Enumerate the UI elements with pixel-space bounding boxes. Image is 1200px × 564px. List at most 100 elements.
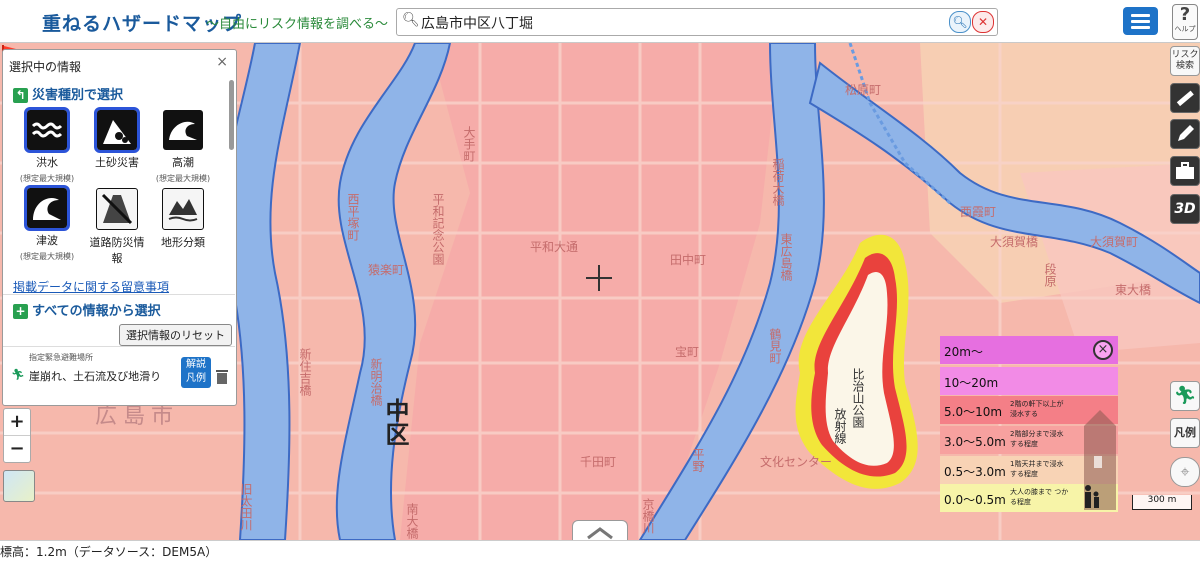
trash-icon[interactable]: [215, 368, 229, 384]
app-header: 重ねるハザードマップ 〜自由にリスク情報を調べる〜 🔍︎ 広島市中区八丁堀 🔍︎…: [0, 0, 1200, 43]
elevation-readout: 標高：1.2m（データソース：DEM5A）: [0, 545, 218, 559]
current-location-button[interactable]: ⌖: [1170, 457, 1200, 487]
map-center-crosshair: [586, 265, 612, 291]
hazard-road[interactable]: 道路防災情報: [87, 188, 147, 266]
place-label: 平野: [691, 448, 705, 472]
flood-icon: [24, 107, 70, 153]
house-depth-illustration: [1084, 410, 1116, 510]
chevron-up-icon: [587, 527, 613, 540]
hazard-flood[interactable]: 洪水 (想定最大規模): [17, 107, 77, 184]
evacuation-layer-button[interactable]: 🏃︎: [1170, 381, 1200, 411]
place-label: 大手町: [462, 126, 476, 162]
toolbox-icon: [1176, 162, 1194, 179]
legend-row: 20m〜 ×: [940, 336, 1118, 364]
plus-icon: +: [13, 304, 28, 319]
place-label: 西平塚町: [346, 193, 360, 241]
legend-toggle-button[interactable]: 凡例: [1170, 418, 1200, 448]
risk-search-label: リスク検索: [1171, 50, 1199, 71]
legend-button-label: 解説 凡例: [186, 359, 206, 384]
tsunami-icon: [24, 185, 70, 231]
place-label: 平和大通: [530, 240, 579, 254]
place-label: 旧太田川: [239, 483, 253, 531]
legend-value: 20m〜: [944, 345, 983, 359]
search-value[interactable]: 広島市中区八丁堀: [421, 13, 533, 33]
evacuation-runner-icon: 🏃︎: [11, 368, 25, 381]
place-label: 放射線: [833, 408, 847, 444]
hazard-note: (想定最大規模): [155, 174, 211, 183]
divider: [3, 346, 235, 347]
place-label: 稲荷大橋: [771, 158, 785, 206]
legend-desc: 1階天井まで浸水する程度: [1010, 460, 1064, 478]
zoom-out-button[interactable]: −: [4, 436, 30, 462]
place-label: 京橋川: [641, 498, 655, 534]
hazard-terrain[interactable]: 地形分類: [153, 188, 213, 250]
depth-legend: 20m〜 × 10〜20m 5.0〜10m 2階の軒下以上が浸水する 3.0〜5…: [940, 336, 1118, 512]
reset-selection-button[interactable]: 選択情報のリセット: [119, 324, 232, 346]
legend-value: 3.0〜5.0m: [944, 435, 1006, 449]
panel-title: 選択中の情報: [9, 60, 82, 74]
place-label: 文化センター: [760, 455, 833, 469]
search-input[interactable]: 🔍︎ 広島市中区八丁堀 🔍︎ ✕: [396, 8, 998, 36]
legend-desc: 大人の膝まで つかる程度: [1010, 488, 1069, 506]
pencil-icon: [1178, 125, 1194, 141]
3d-label: 3D: [1174, 201, 1196, 217]
section-all-label: すべての情報から選択: [32, 304, 161, 319]
draw-tool-button[interactable]: [1170, 119, 1200, 149]
hazard-note: (想定最大規模): [19, 252, 75, 261]
hazard-label: 洪水: [36, 156, 58, 169]
landslide-icon: [94, 107, 140, 153]
select-arrow-icon: ↰: [13, 88, 28, 103]
place-label: 田中町: [670, 253, 707, 267]
hazard-storm-surge[interactable]: 高潮 (想定最大規模): [153, 110, 213, 184]
3d-view-button[interactable]: 3D: [1170, 194, 1200, 224]
toolbox-button[interactable]: [1170, 156, 1200, 186]
place-label: 西霞町: [960, 205, 997, 219]
clear-search-button[interactable]: ✕: [972, 11, 994, 33]
location-icon: ⌖: [1180, 462, 1190, 481]
place-label: 南大橋: [405, 503, 419, 539]
terrain-icon: [162, 188, 204, 230]
scale-bar: 300 m: [1132, 495, 1192, 510]
measure-tool-button[interactable]: [1170, 83, 1200, 113]
place-label: 宝町: [675, 345, 700, 359]
close-legend-button[interactable]: ×: [1093, 340, 1113, 360]
legend-desc: 2階部分まで浸水する程度: [1010, 430, 1064, 448]
search-button[interactable]: 🔍︎: [949, 11, 971, 33]
place-label: 東広島橋: [779, 233, 793, 281]
place-label: 鶴見町: [768, 328, 782, 364]
help-icon: ?: [1179, 4, 1191, 25]
help-button[interactable]: ? へルプ: [1172, 4, 1198, 40]
place-label: 比治山公園: [851, 368, 865, 428]
shelter-heading: 指定緊急避難場所: [29, 353, 93, 362]
legend-desc: 2階の軒下以上が浸水する: [1010, 400, 1064, 418]
place-label: 松原町: [845, 83, 882, 97]
section-disaster-label: 災害種別で選択: [32, 88, 124, 103]
menu-button[interactable]: [1123, 7, 1158, 35]
hazard-label: 高潮: [172, 156, 194, 169]
explanation-legend-button[interactable]: 解説 凡例: [181, 357, 211, 388]
section-disaster-type[interactable]: ↰ 災害種別で選択: [13, 84, 123, 103]
base-layer-thumbnail[interactable]: [3, 470, 35, 502]
legend-value: 10〜20m: [944, 376, 999, 390]
place-label: 大須賀橋: [990, 235, 1039, 249]
ruler-icon: [1176, 90, 1194, 107]
search-icon: 🔍︎: [402, 12, 420, 28]
shelter-text: 崖崩れ、土石流及び地滑り: [29, 370, 162, 383]
status-bar: 標高：1.2m（データソース：DEM5A）: [0, 540, 1200, 564]
risk-search-button[interactable]: リスク検索: [1170, 46, 1200, 76]
selected-info-panel: 選択中の情報 × ↰ 災害種別で選択 洪水 (想定最大規模) 土砂災害 高潮 (想…: [2, 49, 237, 406]
road-icon: [96, 188, 138, 230]
notice-link[interactable]: 掲載データに関する留意事項: [13, 278, 169, 295]
legend-value: 0.5〜3.0m: [944, 465, 1006, 479]
close-panel-button[interactable]: ×: [216, 54, 228, 70]
place-label: 段原: [1043, 263, 1057, 287]
hazard-label: 津波: [36, 234, 58, 247]
hazard-tsunami[interactable]: 津波 (想定最大規模): [17, 185, 77, 262]
hazard-landslide[interactable]: 土砂災害: [87, 107, 147, 170]
section-all-info[interactable]: + すべての情報から選択: [13, 300, 161, 319]
legend-value: 0.0〜0.5m: [944, 493, 1006, 507]
panel-scrollbar[interactable]: [229, 80, 234, 150]
app-subtitle: 〜自由にリスク情報を調べる〜: [206, 17, 389, 32]
zoom-in-button[interactable]: +: [4, 409, 30, 435]
hazard-label: 道路防災情報: [89, 236, 145, 265]
